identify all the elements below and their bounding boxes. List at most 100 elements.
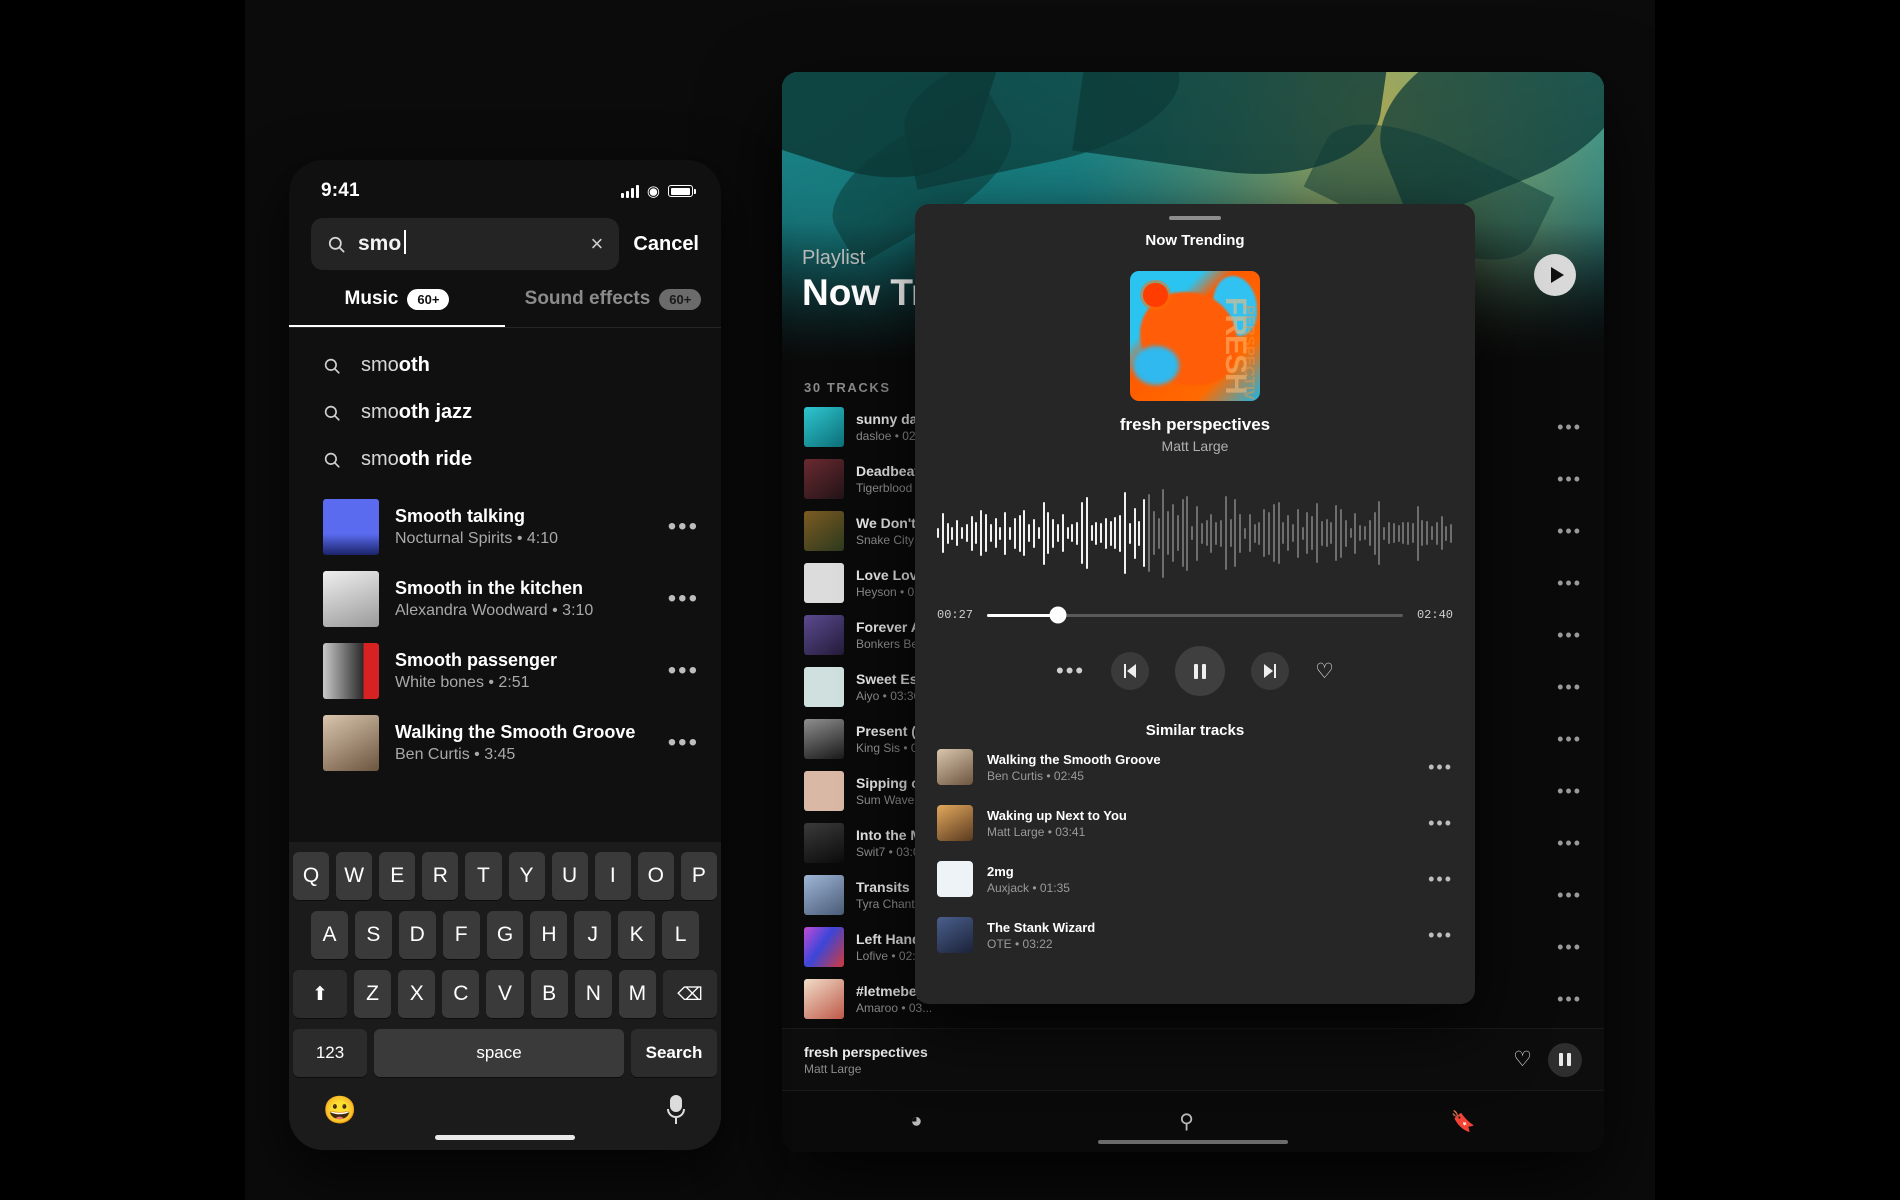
- mini-player[interactable]: fresh perspectives Matt Large ♡: [782, 1028, 1604, 1090]
- key-h[interactable]: H: [530, 911, 567, 959]
- album-art: [804, 979, 844, 1019]
- key-i[interactable]: I: [595, 852, 631, 900]
- bookmark-icon[interactable]: 🔖: [1451, 1109, 1476, 1134]
- heart-icon[interactable]: ♡: [1513, 1047, 1532, 1072]
- track-more-icon[interactable]: •••: [1557, 578, 1582, 588]
- pause-icon[interactable]: [1175, 646, 1225, 696]
- track-more-icon[interactable]: •••: [1557, 838, 1582, 848]
- track-more-icon[interactable]: •••: [668, 738, 699, 748]
- list-item[interactable]: Walking the Smooth Groove Ben Curtis • 3…: [289, 707, 721, 779]
- track-more-icon[interactable]: •••: [1428, 874, 1453, 884]
- track-title: 2mg: [987, 864, 1414, 879]
- list-item[interactable]: smooth ride: [289, 436, 721, 483]
- key-c[interactable]: C: [442, 970, 479, 1018]
- list-item[interactable]: Smooth talking Nocturnal Spirits • 4:10 …: [289, 491, 721, 563]
- home-icon[interactable]: ◕: [910, 1110, 922, 1133]
- shift-icon[interactable]: ⬆: [293, 970, 347, 1018]
- track-more-icon[interactable]: •••: [1557, 890, 1582, 900]
- album-art: [323, 571, 379, 627]
- list-item[interactable]: smooth jazz: [289, 389, 721, 436]
- track-more-icon[interactable]: •••: [668, 666, 699, 676]
- waveform-bar: [1426, 521, 1428, 545]
- key-o[interactable]: O: [638, 852, 674, 900]
- emoji-icon[interactable]: 😀: [323, 1094, 357, 1126]
- skip-next-icon[interactable]: [1251, 652, 1289, 690]
- key-f[interactable]: F: [443, 911, 480, 959]
- list-item[interactable]: 2mg Auxjack • 01:35 •••: [915, 851, 1475, 907]
- close-icon[interactable]: ×: [591, 233, 604, 255]
- key-q[interactable]: Q: [293, 852, 329, 900]
- backspace-icon[interactable]: ⌫: [663, 970, 717, 1018]
- key-n[interactable]: N: [575, 970, 612, 1018]
- pause-icon[interactable]: [1548, 1043, 1582, 1077]
- waveform-bar: [956, 520, 958, 546]
- list-item[interactable]: Smooth in the kitchen Alexandra Woodward…: [289, 563, 721, 635]
- drag-handle[interactable]: [1169, 216, 1221, 220]
- key-d[interactable]: D: [399, 911, 436, 959]
- key-k[interactable]: K: [618, 911, 655, 959]
- list-item[interactable]: Waking up Next to You Matt Large • 03:41…: [915, 795, 1475, 851]
- waveform-bar: [1292, 524, 1294, 542]
- track-more-icon[interactable]: •••: [1557, 786, 1582, 796]
- key-search[interactable]: Search: [631, 1029, 717, 1077]
- waveform-bar: [1028, 524, 1030, 542]
- tab-sound-effects[interactable]: Sound effects 60+: [505, 288, 721, 327]
- track-more-icon[interactable]: •••: [1557, 474, 1582, 484]
- waveform-bar: [1302, 527, 1304, 540]
- waveform-bar: [1201, 523, 1203, 544]
- skip-previous-icon[interactable]: [1111, 652, 1149, 690]
- track-subtitle: Ben Curtis • 02:45: [987, 769, 1414, 783]
- tab-music[interactable]: Music 60+: [289, 288, 505, 327]
- waveform-bar: [966, 524, 968, 542]
- list-item[interactable]: smooth: [289, 342, 721, 389]
- key-b[interactable]: B: [531, 970, 568, 1018]
- search-input[interactable]: smo ×: [311, 218, 619, 270]
- play-button[interactable]: [1534, 254, 1576, 296]
- key-numbers[interactable]: 123: [293, 1029, 367, 1077]
- waveform-bar: [1110, 521, 1112, 546]
- search-icon[interactable]: ⚲: [1179, 1109, 1194, 1134]
- more-options-icon[interactable]: •••: [1056, 658, 1085, 684]
- key-a[interactable]: A: [311, 911, 348, 959]
- track-more-icon[interactable]: •••: [668, 522, 699, 532]
- key-j[interactable]: J: [574, 911, 611, 959]
- waveform[interactable]: [937, 474, 1453, 592]
- key-s[interactable]: S: [355, 911, 392, 959]
- key-g[interactable]: G: [487, 911, 524, 959]
- key-e[interactable]: E: [379, 852, 415, 900]
- key-m[interactable]: M: [619, 970, 656, 1018]
- key-x[interactable]: X: [398, 970, 435, 1018]
- key-space[interactable]: space: [374, 1029, 624, 1077]
- track-more-icon[interactable]: •••: [1428, 930, 1453, 940]
- track-more-icon[interactable]: •••: [1557, 526, 1582, 536]
- track-more-icon[interactable]: •••: [1428, 818, 1453, 828]
- track-more-icon[interactable]: •••: [1557, 682, 1582, 692]
- key-y[interactable]: Y: [509, 852, 545, 900]
- list-item[interactable]: The Stank Wizard OTE • 03:22 •••: [915, 907, 1475, 963]
- key-t[interactable]: T: [465, 852, 501, 900]
- list-item[interactable]: Walking the Smooth Groove Ben Curtis • 0…: [915, 739, 1475, 795]
- progress-knob[interactable]: [1049, 607, 1066, 624]
- suggestion-prefix: smo: [361, 448, 399, 470]
- key-l[interactable]: L: [662, 911, 699, 959]
- key-z[interactable]: Z: [354, 970, 391, 1018]
- microphone-icon[interactable]: [665, 1095, 687, 1125]
- track-more-icon[interactable]: •••: [1557, 734, 1582, 744]
- key-p[interactable]: P: [681, 852, 717, 900]
- home-indicator: [1098, 1140, 1288, 1144]
- key-u[interactable]: U: [552, 852, 588, 900]
- track-more-icon[interactable]: •••: [1557, 630, 1582, 640]
- track-more-icon[interactable]: •••: [668, 594, 699, 604]
- list-item[interactable]: Smooth passenger White bones • 2:51 •••: [289, 635, 721, 707]
- track-more-icon[interactable]: •••: [1557, 942, 1582, 952]
- cancel-button[interactable]: Cancel: [633, 233, 699, 256]
- track-more-icon[interactable]: •••: [1557, 994, 1582, 1004]
- key-v[interactable]: V: [486, 970, 523, 1018]
- waveform-bar: [1153, 511, 1155, 555]
- track-more-icon[interactable]: •••: [1557, 422, 1582, 432]
- progress-slider[interactable]: [987, 614, 1403, 617]
- key-w[interactable]: W: [336, 852, 372, 900]
- heart-icon[interactable]: ♡: [1315, 659, 1334, 684]
- track-more-icon[interactable]: •••: [1428, 762, 1453, 772]
- key-r[interactable]: R: [422, 852, 458, 900]
